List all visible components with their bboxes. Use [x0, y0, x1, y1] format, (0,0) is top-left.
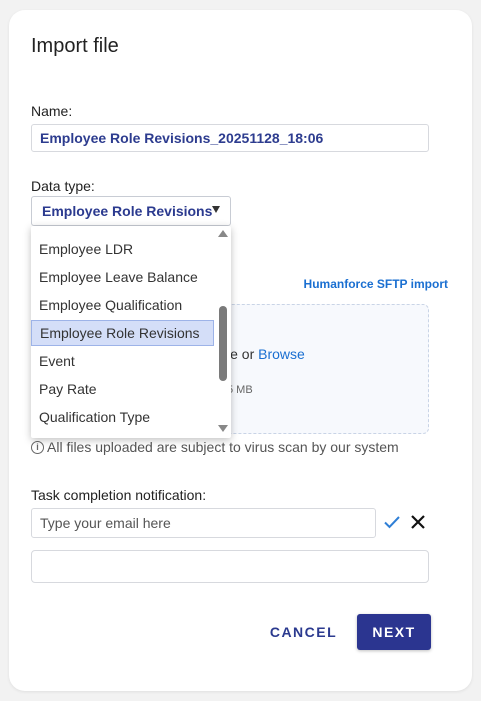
- scroll-down-icon[interactable]: [218, 425, 228, 432]
- dropdown-option[interactable]: Qualification Type: [31, 404, 214, 430]
- close-icon[interactable]: [409, 513, 427, 531]
- check-icon[interactable]: [383, 513, 401, 531]
- email-list-box: [31, 550, 429, 583]
- data-type-dropdown: Employee LDR Employee Leave Balance Empl…: [31, 226, 231, 438]
- info-icon: i: [31, 440, 44, 454]
- notification-label: Task completion notification:: [31, 487, 207, 503]
- cancel-button[interactable]: CANCEL: [261, 620, 346, 644]
- virus-note-text: All files uploaded are subject to virus …: [47, 439, 399, 455]
- drop-text: file or Browse: [220, 346, 305, 362]
- sftp-import-link[interactable]: Humanforce SFTP import: [304, 277, 448, 291]
- dropdown-option-selected[interactable]: Employee Role Revisions: [31, 320, 214, 346]
- dropdown-scrollbar[interactable]: [215, 226, 231, 438]
- dropdown-option[interactable]: Employee Leave Balance: [31, 264, 214, 290]
- next-button[interactable]: NEXT: [357, 614, 431, 650]
- scroll-up-icon[interactable]: [218, 230, 228, 237]
- virus-scan-note: i All files uploaded are subject to viru…: [31, 439, 399, 455]
- dropdown-option[interactable]: Employee LDR: [31, 236, 214, 262]
- data-type-label: Data type:: [31, 178, 95, 194]
- browse-link[interactable]: Browse: [258, 346, 305, 362]
- dropdown-option[interactable]: Employee Qualification: [31, 292, 214, 318]
- dropdown-option[interactable]: Event: [31, 348, 214, 374]
- scrollbar-thumb[interactable]: [219, 306, 227, 381]
- email-input[interactable]: [31, 508, 376, 538]
- name-value: Employee Role Revisions_20251128_18:06: [40, 130, 324, 146]
- data-type-select[interactable]: Employee Role Revisions: [31, 196, 231, 226]
- caret-down-icon: [212, 206, 220, 213]
- name-field[interactable]: Employee Role Revisions_20251128_18:06: [31, 124, 429, 152]
- data-type-selected-value: Employee Role Revisions: [42, 203, 213, 219]
- dropdown-option[interactable]: Pay Rate: [31, 376, 214, 402]
- name-label: Name:: [31, 103, 73, 119]
- dialog-title: Import file: [31, 35, 119, 57]
